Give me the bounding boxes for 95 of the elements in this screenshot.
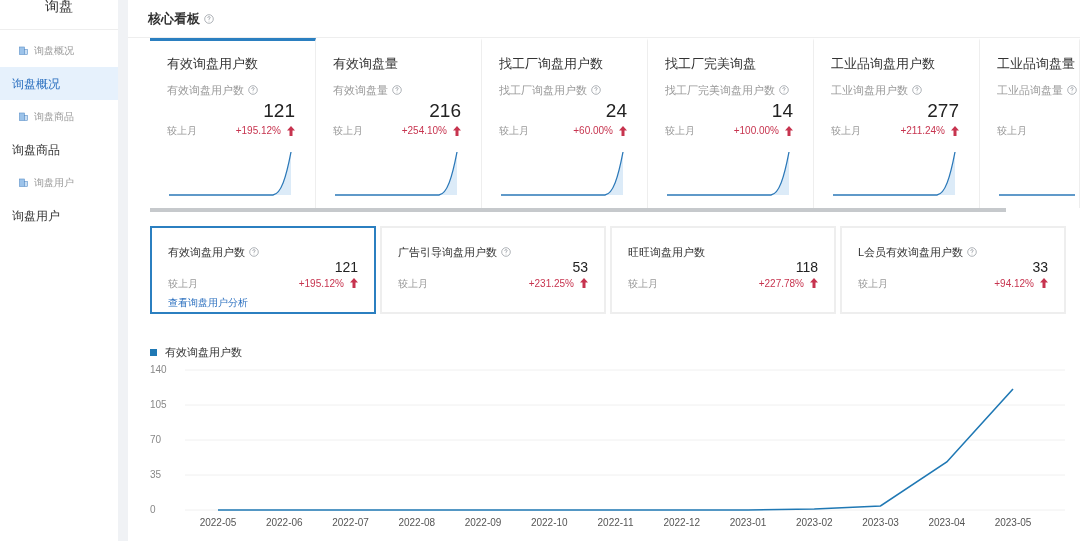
card-subtitle: 有效询盘量: [333, 82, 388, 98]
change-value: +100.00%: [733, 124, 779, 138]
x-axis-label: 2023-04: [928, 516, 966, 528]
y-axis-label: 70: [150, 433, 162, 445]
x-axis-label: 2022-07: [332, 516, 369, 528]
compare-label: 较上月: [168, 276, 198, 291]
stat-card[interactable]: 广告引导询盘用户数 53 较上月 +231.25%: [380, 226, 606, 314]
metric-value: 118: [795, 259, 818, 274]
help-icon: [591, 84, 601, 95]
change-value: +195.12%: [235, 124, 281, 138]
x-axis-label: 2023-05: [994, 516, 1032, 528]
up-arrow-icon: [619, 125, 627, 136]
up-arrow-icon: [580, 278, 588, 288]
up-arrow-icon: [350, 278, 358, 288]
card-title: L会员有效询盘用户数: [858, 245, 964, 260]
stat-card[interactable]: 有效询盘用户数 121 较上月 +195.12% 查看询盘用户分析: [150, 226, 376, 314]
change-value: +231.25%: [528, 276, 574, 291]
help-icon: [912, 84, 922, 95]
metric-value: 121: [334, 259, 358, 274]
metric-value: 33: [1032, 259, 1048, 274]
compare-label: 较上月: [333, 124, 363, 138]
x-axis-label: 2022-11: [597, 516, 634, 528]
compare-label: 较上月: [858, 276, 888, 291]
x-axis-label: 2022-09: [464, 516, 502, 528]
x-axis-label: 2022-05: [199, 516, 237, 528]
up-arrow-icon: [287, 125, 295, 136]
help-icon: [248, 84, 258, 95]
sidebar-item[interactable]: 询盘商品: [0, 133, 118, 166]
y-axis-label: 105: [150, 398, 167, 410]
compare-label: 较上月: [167, 124, 197, 138]
metric-value: 53: [572, 259, 588, 274]
up-arrow-icon: [453, 125, 461, 136]
sidebar-title: 询盘: [0, 0, 118, 30]
help-icon: [204, 13, 214, 24]
compare-label: 较上月: [997, 124, 1027, 138]
x-axis-label: 2022-08: [398, 516, 436, 528]
help-icon: [779, 84, 789, 95]
metric-card[interactable]: 工业品询盘量 工业品询盘量 较上月: [980, 38, 1080, 208]
building-icon: [19, 178, 28, 187]
change-value: +254.10%: [401, 124, 447, 138]
x-axis-label: 2022-06: [265, 516, 303, 528]
y-axis-label: 0: [150, 503, 156, 515]
card-subtitle: 工业询盘用户数: [831, 82, 908, 98]
change-value: +60.00%: [573, 124, 613, 138]
card-title: 广告引导询盘用户数: [398, 245, 497, 260]
sidebar-item[interactable]: 询盘概况: [0, 67, 118, 100]
card-title: 有效询盘用户数: [168, 245, 245, 260]
help-icon: [1067, 84, 1077, 95]
compare-label: 较上月: [665, 124, 695, 138]
building-icon: [19, 46, 28, 55]
up-arrow-icon: [785, 125, 793, 136]
up-arrow-icon: [951, 125, 959, 136]
compare-label: 较上月: [499, 124, 529, 138]
change-value: +227.78%: [758, 276, 804, 291]
x-axis-label: 2022-10: [530, 516, 568, 528]
building-icon: [19, 112, 28, 121]
card-title: 工业品询盘量: [997, 55, 1076, 73]
card-subtitle: 找工厂完美询盘用户数: [665, 82, 775, 98]
change-value: +94.12%: [994, 276, 1034, 291]
metric-value: 121: [263, 101, 295, 120]
section-title: 核心看板: [148, 9, 200, 28]
legend-swatch: [150, 348, 157, 356]
help-icon: [392, 84, 402, 95]
card-subtitle: 找工厂询盘用户数: [499, 82, 587, 98]
up-arrow-icon: [1040, 278, 1048, 288]
metric-value: 216: [429, 101, 461, 120]
scrollbar[interactable]: [150, 208, 1006, 212]
y-axis-label: 140: [150, 364, 167, 375]
change-value: +211.24%: [900, 124, 945, 138]
stat-card[interactable]: 旺旺询盘用户数 118 较上月 +227.78%: [610, 226, 836, 314]
compare-label: 较上月: [398, 276, 428, 291]
card-title: 找工厂询盘用户数: [499, 55, 604, 73]
metric-value: 24: [605, 101, 627, 120]
card-subtitle: 工业品询盘量: [997, 82, 1063, 98]
stat-card[interactable]: L会员有效询盘用户数 33 较上月 +94.12%: [840, 226, 1066, 314]
change-value: +195.12%: [298, 276, 344, 291]
compare-label: 较上月: [831, 124, 861, 138]
metric-value: 14: [771, 101, 793, 120]
card-subtitle: 有效询盘用户数: [167, 82, 244, 98]
up-arrow-icon: [810, 278, 818, 288]
legend-label: 有效询盘用户数: [165, 345, 242, 360]
card-title: 工业品询盘用户数: [831, 55, 936, 73]
y-axis-label: 35: [150, 468, 162, 480]
card-title: 旺旺询盘用户数: [628, 245, 705, 260]
analysis-link[interactable]: 查看询盘用户分析: [168, 294, 358, 310]
metric-value: 277: [927, 101, 959, 120]
compare-label: 较上月: [628, 276, 658, 291]
x-axis-label: 2023-02: [795, 516, 833, 528]
card-title: 有效询盘用户数: [167, 55, 259, 73]
x-axis-label: 2023-01: [729, 516, 767, 528]
card-title: 找工厂完美询盘: [665, 55, 757, 73]
x-axis-label: 2022-12: [663, 516, 701, 528]
sidebar-item[interactable]: 询盘用户: [0, 199, 118, 232]
x-axis-label: 2023-03: [862, 516, 899, 528]
card-title: 有效询盘量: [333, 55, 399, 73]
